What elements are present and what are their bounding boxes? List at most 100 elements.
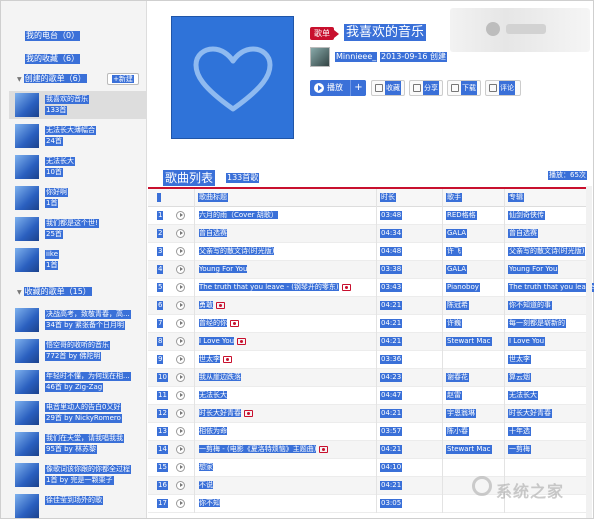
created-playlist-item[interactable]: 我喜欢的音乐 133首 <box>9 91 146 119</box>
play-song-icon[interactable] <box>176 319 185 328</box>
song-title[interactable]: 勇敢 <box>199 301 213 309</box>
play-song-icon[interactable] <box>176 373 185 382</box>
song-title[interactable]: 想家 <box>199 463 213 471</box>
table-row[interactable]: 10 我从崖边跌落 04:23 谢春花 算云烟 <box>148 369 590 387</box>
created-playlist-item[interactable]: iike 1首 <box>15 246 146 274</box>
song-album[interactable]: 世太李 <box>508 355 531 364</box>
song-title[interactable]: 相依为命 <box>199 427 227 435</box>
song-title[interactable]: 时长大好青春 <box>199 409 241 417</box>
share-button[interactable]: 分享 <box>409 80 443 96</box>
new-playlist-button[interactable]: +新建 <box>107 73 139 85</box>
song-artist[interactable]: RED格格 <box>446 211 477 220</box>
play-song-icon[interactable] <box>176 265 185 274</box>
mv-icon[interactable] <box>319 445 329 453</box>
song-album[interactable]: 时长大好青春 <box>508 409 552 418</box>
song-title[interactable]: 无法长大 <box>199 391 227 399</box>
table-row[interactable]: 8 I Love You 04:21 Stewart Mac I Love You <box>148 333 590 351</box>
play-song-icon[interactable] <box>176 463 185 472</box>
song-album[interactable]: 仙剑奇侠传 <box>508 211 545 220</box>
song-artist[interactable]: GALA <box>446 229 468 238</box>
table-row[interactable]: 2 曾自选赛 04:34 GALA 曾自选赛 <box>148 225 590 243</box>
created-playlist-item[interactable]: 你好啊 1首 <box>15 184 146 212</box>
song-artist[interactable]: 宇恩翁琳 <box>446 409 476 418</box>
sidebar-my-collect[interactable]: 我的收藏（6） <box>25 54 81 64</box>
table-row[interactable]: 14 一剪梅 - (电影《夏洛特烦恼》主题曲) 04:21 Stewart Mac 一剪… <box>148 441 590 459</box>
song-artist[interactable]: 许飞 <box>446 247 462 256</box>
mv-icon[interactable] <box>216 301 225 309</box>
play-song-icon[interactable] <box>176 301 185 310</box>
song-title[interactable]: 我从崖边跌落 <box>199 373 241 381</box>
play-song-icon[interactable] <box>176 229 185 238</box>
favorite-playlist-item[interactable]: 悟空哥的收听的音乐 772首 by 佛陀明 <box>15 337 146 365</box>
play-song-icon[interactable] <box>176 427 185 436</box>
favorite-playlist-item[interactable]: 像歌词该你跟的你都全过程 1首 by 完是一颗栗子 <box>15 461 146 489</box>
song-title[interactable]: 世太李 <box>199 355 220 363</box>
sidebar-my-radio[interactable]: 我的电台（0） <box>25 31 81 41</box>
song-title[interactable]: 父亲写的散文诗(时光版) <box>199 247 275 255</box>
play-song-icon[interactable] <box>176 211 185 220</box>
song-title[interactable]: Young For You <box>199 265 248 273</box>
song-album[interactable]: 你不知道的事 <box>508 301 552 310</box>
song-artist[interactable]: Pianoboy <box>446 283 480 292</box>
song-album[interactable]: 一剪梅 <box>508 445 531 454</box>
song-album[interactable]: I Love You <box>508 337 546 346</box>
table-row[interactable]: 12 时长大好青春 04:21 宇恩翁琳 时长大好青春 <box>148 405 590 423</box>
favorite-playlists-header[interactable]: ▼ 收藏的歌单（15） <box>17 287 92 298</box>
mv-icon[interactable] <box>244 409 253 417</box>
song-album[interactable]: The truth that you leave <box>508 283 594 292</box>
table-row[interactable]: 11 无法长大 04:47 赵雷 无法长大 <box>148 387 590 405</box>
table-row[interactable]: 3 父亲写的散文诗(时光版) 04:48 许飞 父亲写的散文诗(时光版) <box>148 243 590 261</box>
download-button[interactable]: 下载 <box>447 80 481 96</box>
mv-icon[interactable] <box>223 355 232 363</box>
song-album[interactable]: 十年选 <box>508 427 531 436</box>
favorite-playlist-item[interactable]: 决战高考，致敬青春，高... 34首 by 紧张备个日月明 <box>15 306 146 334</box>
song-album[interactable]: 曾自选赛 <box>508 229 538 238</box>
list-scrollbar[interactable] <box>586 186 592 518</box>
play-song-icon[interactable] <box>176 337 185 346</box>
created-playlist-item[interactable]: 无法长大薄幅合 24首 <box>15 122 146 150</box>
created-playlist-item[interactable]: 我们都是这个世! 25首 <box>15 215 146 243</box>
add-to-queue-button[interactable]: + <box>350 80 366 96</box>
song-artist[interactable]: 陈小春 <box>446 427 469 436</box>
created-playlist-item[interactable]: 无法长大 10首 <box>15 153 146 181</box>
table-row[interactable]: 13 相依为命 03:57 陈小春 十年选 <box>148 423 590 441</box>
song-title[interactable]: 曾自选赛 <box>199 229 227 237</box>
mv-icon[interactable] <box>237 337 247 345</box>
play-song-icon[interactable] <box>176 445 185 454</box>
song-title[interactable]: 不说 <box>199 481 213 489</box>
song-artist[interactable]: 陈冠希 <box>446 301 469 310</box>
play-song-icon[interactable] <box>176 481 185 490</box>
col-album-header[interactable]: 专辑 <box>508 193 524 202</box>
col-artist-header[interactable]: 歌手 <box>446 193 462 202</box>
created-playlists-header[interactable]: ▼ 创建的歌单（6） <box>17 74 87 85</box>
play-song-icon[interactable] <box>176 283 185 292</box>
favorite-playlist-item[interactable]: 我们在天堂，请我唱我我 95首 by 林苏黎 <box>15 430 146 458</box>
table-row[interactable]: 6 勇敢 04:21 陈冠希 你不知道的事 <box>148 297 590 315</box>
play-song-icon[interactable] <box>176 409 185 418</box>
play-song-icon[interactable] <box>176 391 185 400</box>
song-title[interactable]: 一剪梅 - (电影《夏洛特烦恼》主题曲) <box>199 445 317 453</box>
song-artist[interactable]: Stewart Mac <box>446 445 492 454</box>
table-row[interactable]: 5 The truth that you leave - (钢琴开的零东) 03:4… <box>148 279 594 297</box>
play-song-icon[interactable] <box>176 247 185 256</box>
song-title[interactable]: 六月的雨（Cover 胡歌） <box>199 211 278 219</box>
favorite-playlist-item[interactable]: 电音里动人的告白0又好 29首 by NickyRomero <box>15 399 146 427</box>
song-title[interactable]: 曾经的你 <box>199 319 227 327</box>
comment-button[interactable]: 评论 <box>485 80 521 96</box>
favorite-playlist-item[interactable]: 年轻时不懂，为何现在相... 46首 by Zig-Zag <box>15 368 146 396</box>
table-row[interactable]: 1 六月的雨（Cover 胡歌） 03:48 RED格格 仙剑奇侠传 <box>148 207 590 225</box>
song-artist[interactable]: Stewart Mac <box>446 337 492 346</box>
song-title[interactable]: The truth that you leave - (钢琴开的零东) <box>199 283 339 291</box>
song-album[interactable]: 无法长大 <box>508 391 538 400</box>
song-artist[interactable]: 谢春花 <box>446 373 469 382</box>
song-artist[interactable]: 赵雷 <box>446 391 462 400</box>
mv-icon[interactable] <box>341 283 351 291</box>
favorite-playlist-item[interactable]: 徐佳莹到场外的歌 <box>15 492 146 518</box>
table-row[interactable]: 9 世太李 03:36 世太李 <box>148 351 590 369</box>
table-row[interactable]: 4 Young For You 03:38 GALA Young For You <box>148 261 590 279</box>
mv-icon[interactable] <box>230 319 239 327</box>
creator-avatar[interactable] <box>310 47 330 67</box>
song-title[interactable]: 你不知 <box>199 499 220 507</box>
song-title[interactable]: I Love You <box>199 337 235 345</box>
song-artist[interactable]: 许巍 <box>446 319 462 328</box>
